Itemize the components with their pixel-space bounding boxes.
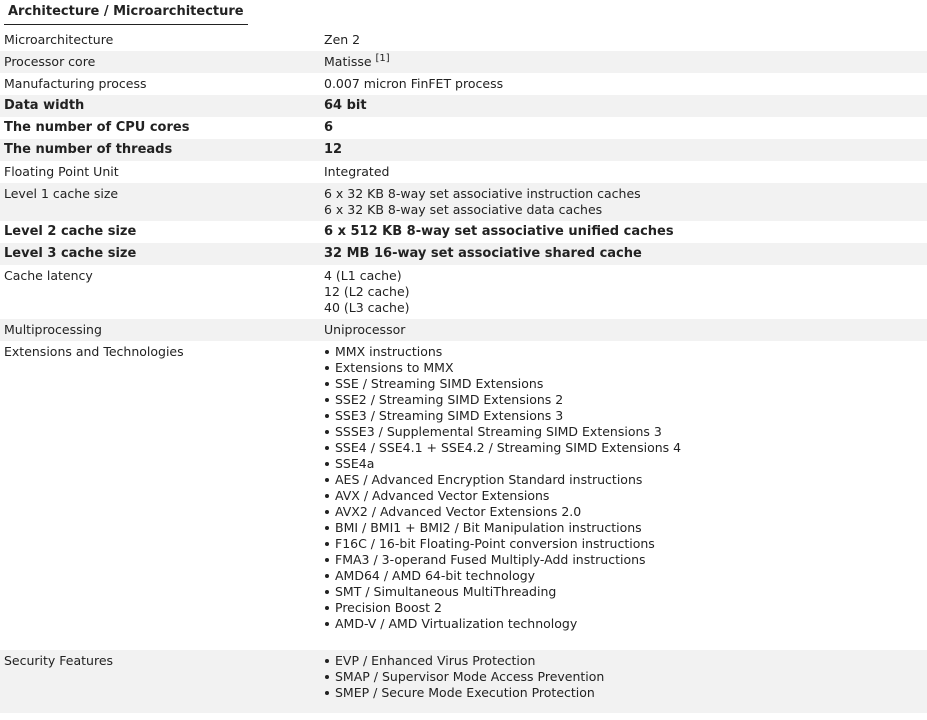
row-l2-cache: Level 2 cache size 6 x 512 KB 8-way set … xyxy=(0,221,927,243)
section-heading: Architecture / Microarchitecture xyxy=(4,0,248,25)
row-label: The number of threads xyxy=(4,142,173,157)
row-value: 6 xyxy=(324,120,334,135)
row-label: Data width xyxy=(4,98,85,113)
row-value: 12 xyxy=(324,142,343,157)
row-value: 64 bit xyxy=(324,98,367,113)
row-value: MMX instructions Extensions to MMX SSE /… xyxy=(324,344,927,632)
row-value: 0.007 micron FinFET process xyxy=(324,76,504,91)
list-item: AMD-V / AMD Virtualization technology xyxy=(324,616,927,632)
row-cache-latency: Cache latency 4 (L1 cache) 12 (L2 cache)… xyxy=(0,265,927,319)
list-item: SMEP / Secure Mode Execution Protection xyxy=(324,685,927,701)
reference-link[interactable]: [1] xyxy=(376,53,390,64)
row-label: Extensions and Technologies xyxy=(4,344,184,359)
list-item: MMX instructions xyxy=(324,344,927,360)
processor-core-value: Matisse xyxy=(324,54,372,69)
l1-instruction-cache: 6 x 32 KB 8-way set associative instruct… xyxy=(324,186,641,201)
row-value: EVP / Enhanced Virus Protection SMAP / S… xyxy=(324,653,927,701)
row-cpu-cores: The number of CPU cores 6 xyxy=(0,117,927,139)
list-item: SMAP / Supervisor Mode Access Prevention xyxy=(324,669,927,685)
list-item: SSE2 / Streaming SIMD Extensions 2 xyxy=(324,392,927,408)
list-item: SSE / Streaming SIMD Extensions xyxy=(324,376,927,392)
spec-table: Microarchitecture Zen 2 Processor core M… xyxy=(0,29,927,713)
row-label: Processor core xyxy=(4,54,96,69)
list-item: AMD64 / AMD 64-bit technology xyxy=(324,568,927,584)
l3-latency: 40 (L3 cache) xyxy=(324,300,410,315)
row-label: Manufacturing process xyxy=(4,76,147,91)
l1-data-cache: 6 x 32 KB 8-way set associative data cac… xyxy=(324,202,603,217)
list-item: SSE4a xyxy=(324,456,927,472)
security-list: EVP / Enhanced Virus Protection SMAP / S… xyxy=(324,653,927,701)
row-label: Floating Point Unit xyxy=(4,164,119,179)
row-extensions: Extensions and Technologies MMX instruct… xyxy=(0,341,927,650)
row-multiprocessing: Multiprocessing Uniprocessor xyxy=(0,319,927,341)
row-label: Cache latency xyxy=(4,268,93,283)
list-item: Extensions to MMX xyxy=(324,360,927,376)
row-security-features: Security Features EVP / Enhanced Virus P… xyxy=(0,650,927,713)
list-item: BMI / BMI1 + BMI2 / Bit Manipulation ins… xyxy=(324,520,927,536)
list-item: SSSE3 / Supplemental Streaming SIMD Exte… xyxy=(324,424,927,440)
list-item: FMA3 / 3-operand Fused Multiply-Add inst… xyxy=(324,552,927,568)
list-item: F16C / 16-bit Floating-Point conversion … xyxy=(324,536,927,552)
list-item: EVP / Enhanced Virus Protection xyxy=(324,653,927,669)
row-processor-core: Processor core Matisse [1] xyxy=(0,51,927,73)
row-data-width: Data width 64 bit xyxy=(0,95,927,117)
row-value: 4 (L1 cache) 12 (L2 cache) 40 (L3 cache) xyxy=(324,268,927,316)
row-label: Multiprocessing xyxy=(4,322,102,337)
list-item: SSE4 / SSE4.1 + SSE4.2 / Streaming SIMD … xyxy=(324,440,927,456)
row-label: Microarchitecture xyxy=(4,32,114,47)
row-l1-cache: Level 1 cache size 6 x 32 KB 8-way set a… xyxy=(0,183,927,221)
row-value: Integrated xyxy=(324,164,390,179)
list-item: SSE3 / Streaming SIMD Extensions 3 xyxy=(324,408,927,424)
list-item: AES / Advanced Encryption Standard instr… xyxy=(324,472,927,488)
extensions-list: MMX instructions Extensions to MMX SSE /… xyxy=(324,344,927,632)
row-threads: The number of threads 12 xyxy=(0,139,927,161)
list-item: AVX / Advanced Vector Extensions xyxy=(324,488,927,504)
l2-latency: 12 (L2 cache) xyxy=(324,284,410,299)
row-fpu: Floating Point Unit Integrated xyxy=(0,161,927,183)
row-microarchitecture: Microarchitecture Zen 2 xyxy=(0,29,927,51)
row-label: Level 1 cache size xyxy=(4,186,119,201)
list-item: SMT / Simultaneous MultiThreading xyxy=(324,584,927,600)
row-value: 6 x 32 KB 8-way set associative instruct… xyxy=(324,186,927,218)
row-l3-cache: Level 3 cache size 32 MB 16-way set asso… xyxy=(0,243,927,265)
row-value: Zen 2 xyxy=(324,32,361,47)
row-label: Level 2 cache size xyxy=(4,224,137,239)
row-value: 6 x 512 KB 8-way set associative unified… xyxy=(324,224,674,239)
row-label: Security Features xyxy=(4,653,114,668)
row-manufacturing-process: Manufacturing process 0.007 micron FinFE… xyxy=(0,73,927,95)
row-value: Uniprocessor xyxy=(324,322,406,337)
row-label: Level 3 cache size xyxy=(4,246,137,261)
row-value: 32 MB 16-way set associative shared cach… xyxy=(324,246,642,261)
list-item: AVX2 / Advanced Vector Extensions 2.0 xyxy=(324,504,927,520)
l1-latency: 4 (L1 cache) xyxy=(324,268,402,283)
list-item: Precision Boost 2 xyxy=(324,600,927,616)
row-value: Matisse [1] xyxy=(324,54,927,70)
row-label: The number of CPU cores xyxy=(4,120,190,135)
